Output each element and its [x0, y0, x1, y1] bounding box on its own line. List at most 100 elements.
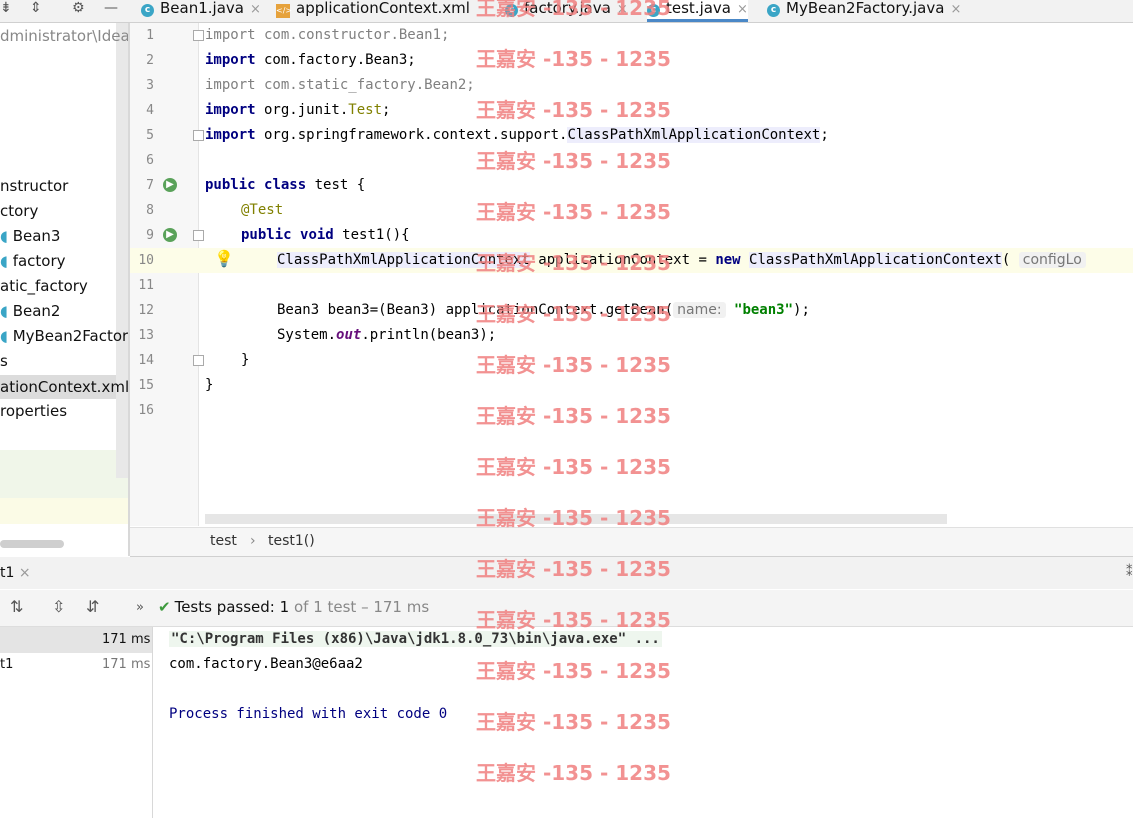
- run-test-icon[interactable]: ▶: [163, 228, 177, 242]
- class-c-icon: ◖: [0, 302, 8, 320]
- line-number: 14: [138, 353, 154, 368]
- close-icon[interactable]: ×: [250, 2, 261, 17]
- code-line-10[interactable]: ClassPathXmlApplicationContext applicati…: [277, 248, 1086, 273]
- code-line-14[interactable]: }: [241, 348, 249, 373]
- watermark: 王嘉安 -135 - 1235: [476, 353, 671, 377]
- sort-icon[interactable]: ⇅: [10, 597, 23, 616]
- run-test-icon[interactable]: ▶: [163, 178, 177, 192]
- code-line-7[interactable]: public class test {: [205, 173, 365, 198]
- parameter-hint: name:: [673, 302, 726, 318]
- tree-item-mybean2factory[interactable]: ◖ MyBean2Factory: [0, 325, 137, 347]
- tab-application-context[interactable]: </> applicationContext.xml: [276, 0, 470, 22]
- line-number: 3: [146, 78, 154, 93]
- line-number: 11: [138, 278, 154, 293]
- fold-icon[interactable]: [193, 355, 204, 366]
- code-line-8[interactable]: @Test: [241, 198, 283, 223]
- test-name[interactable]: t1: [0, 657, 13, 672]
- tree-item-bean3[interactable]: ◖ Bean3: [0, 225, 60, 247]
- check-icon: ✔: [158, 598, 171, 616]
- close-icon[interactable]: ×: [19, 565, 31, 581]
- watermark: 王嘉安 -135 - 1235: [476, 149, 671, 173]
- class-c-icon: ◖: [0, 327, 8, 345]
- watermark: 王嘉安 -135 - 1235: [476, 761, 671, 785]
- line-number: 9: [146, 228, 154, 243]
- tree-item-resources[interactable]: s: [0, 350, 8, 372]
- watermark: 王嘉安 -135 - 1235: [476, 404, 671, 428]
- watermark: 王嘉安 -135 - 1235: [476, 608, 671, 632]
- lightbulb-icon[interactable]: 💡: [214, 249, 234, 268]
- code-line-3[interactable]: import com.static_factory.Bean2;: [205, 73, 475, 98]
- line-number: 6: [146, 153, 154, 168]
- tree-item-static-factory[interactable]: atic_factory: [0, 275, 88, 297]
- line-number: 5: [146, 128, 154, 143]
- gear-icon[interactable]: ⚙: [72, 0, 85, 16]
- tree-horizontal-scrollbar[interactable]: [0, 540, 64, 548]
- minimize-icon[interactable]: —: [104, 0, 118, 16]
- line-number: 7: [146, 178, 154, 193]
- watermark: 王嘉安 -135 - 1235: [476, 200, 671, 224]
- class-c-icon: c: [141, 4, 154, 17]
- tree-item-constructor[interactable]: nstructor: [0, 175, 68, 197]
- watermark: 王嘉安 -135 - 1235: [476, 98, 671, 122]
- code-line-2[interactable]: import com.factory.Bean3;: [205, 48, 416, 73]
- collapse-all-icon[interactable]: ⇟: [0, 0, 12, 16]
- tree-item-bean2[interactable]: ◖ Bean2: [0, 300, 60, 322]
- tab-bean1[interactable]: c Bean1.java ×: [141, 0, 261, 22]
- tree-item-factory-pkg[interactable]: ctory: [0, 200, 38, 222]
- fold-icon[interactable]: [193, 230, 204, 241]
- tree-green-region: [0, 450, 128, 498]
- expand-collapse-icon[interactable]: ⇕: [30, 0, 42, 16]
- line-number: 12: [138, 303, 154, 318]
- tree-yellow-region: [0, 498, 128, 524]
- watermark: 王嘉安 -135 - 1235: [476, 47, 671, 71]
- watermark: 王嘉安 -135 - 1235: [476, 506, 671, 530]
- watermark: 王嘉安 -135 - 1235: [476, 659, 671, 683]
- line-number: 10: [138, 253, 154, 268]
- test-time: 171 ms: [102, 657, 151, 672]
- line-number: 8: [146, 203, 154, 218]
- line-number: 4: [146, 103, 154, 118]
- tree-scrollbar[interactable]: [116, 23, 128, 478]
- line-number: 13: [138, 328, 154, 343]
- tree-item-application-context-xml[interactable]: ationContext.xml: [0, 376, 129, 398]
- code-line-1[interactable]: import com.constructor.Bean1;: [205, 23, 449, 48]
- line-number: 1: [146, 28, 154, 43]
- watermark: 王嘉安 -135 - 1235: [476, 251, 671, 275]
- code-line-4[interactable]: import org.junit.Test;: [205, 98, 390, 123]
- close-icon[interactable]: ×: [950, 2, 961, 17]
- tree-item-properties[interactable]: roperties: [0, 400, 67, 422]
- line-number: 2: [146, 53, 154, 68]
- watermark: 王嘉安 -135 - 1235: [476, 455, 671, 479]
- code-line-9[interactable]: public void test1(){: [241, 223, 410, 248]
- settings-icon[interactable]: ⁑: [1126, 565, 1133, 580]
- class-c-icon: c: [767, 4, 780, 17]
- tree-item-factory[interactable]: ◖ factory: [0, 250, 66, 272]
- fold-icon[interactable]: [193, 30, 204, 41]
- console-exit-message: Process finished with exit code 0: [169, 706, 448, 722]
- line-number: 16: [138, 403, 154, 418]
- class-c-icon: ◖: [0, 227, 8, 245]
- expand-all-icon[interactable]: ⇳: [52, 597, 65, 616]
- chevron-right-icon: ›: [250, 533, 256, 549]
- watermark: 王嘉安 -135 - 1235: [476, 0, 671, 20]
- breadcrumb-class[interactable]: test: [210, 533, 237, 549]
- tab-mybean2factory[interactable]: c MyBean2Factory.java ×: [767, 0, 961, 22]
- breadcrumb-method[interactable]: test1(): [268, 533, 315, 549]
- line-number: 15: [138, 378, 154, 393]
- tree-path: dministrator\Idea: [0, 27, 130, 45]
- code-line-13[interactable]: System.out.println(bean3);: [277, 323, 496, 348]
- test-time: 171 ms: [102, 632, 151, 647]
- watermark: 王嘉安 -135 - 1235: [476, 710, 671, 734]
- tests-passed-status: ✔ Tests passed: 1 of 1 test – 171 ms: [158, 598, 430, 616]
- run-tab[interactable]: t1 ×: [0, 565, 31, 581]
- parameter-hint: configLo: [1018, 252, 1086, 268]
- class-c-icon: ◖: [0, 252, 8, 270]
- code-line-15[interactable]: }: [205, 373, 213, 398]
- more-icon[interactable]: »: [136, 600, 144, 615]
- xml-file-icon: </>: [276, 4, 292, 18]
- fold-icon[interactable]: [193, 130, 204, 141]
- console-output: com.factory.Bean3@e6aa2: [169, 656, 363, 672]
- watermark: 王嘉安 -135 - 1235: [476, 557, 671, 581]
- collapse-all-icon[interactable]: ⇵: [86, 597, 99, 616]
- close-icon[interactable]: ×: [737, 2, 748, 17]
